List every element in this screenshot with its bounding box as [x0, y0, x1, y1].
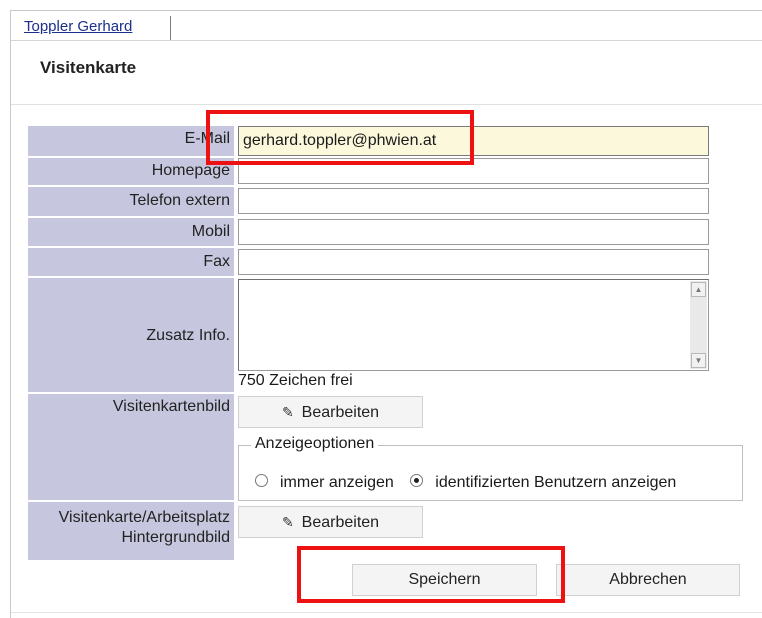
radio-identifizierten-benutzern-label[interactable]: identifizierten Benutzern anzeigen	[435, 474, 676, 491]
scroll-down-icon[interactable]: ▼	[691, 353, 706, 368]
zusatz-info-textarea[interactable]: ▲ ▼	[238, 279, 709, 371]
cancel-button[interactable]: Abbrechen	[556, 564, 740, 596]
anzeigeoptionen-group: Anzeigeoptionen immer anzeigen identifiz…	[238, 435, 743, 501]
footer-line	[11, 612, 762, 613]
pencil-icon: ✎	[281, 514, 294, 530]
radio-immer-anzeigen-label[interactable]: immer anzeigen	[280, 474, 394, 491]
header-separator	[11, 104, 762, 105]
anzeigeoptionen-legend: Anzeigeoptionen	[251, 435, 379, 453]
edit-button-label: Bearbeiten	[301, 404, 380, 421]
highlight-email-box	[206, 110, 474, 165]
edit-visitenkartenbild-button[interactable]: ✎ Bearbeiten	[238, 396, 423, 428]
highlight-save-box	[297, 546, 565, 603]
radio-immer-anzeigen[interactable]	[255, 474, 268, 488]
hintergrund-label-line1: Visitenkarte/Arbeitsplatz	[58, 509, 230, 526]
mobil-label: Mobil	[191, 223, 230, 240]
zusatz-label: Zusatz Info.	[146, 327, 230, 344]
homepage-label: Homepage	[151, 162, 230, 179]
char-counter: 750 Zeichen frei	[238, 372, 353, 389]
visitenkartenbild-label: Visitenkartenbild	[112, 398, 230, 415]
email-label: E-Mail	[184, 130, 230, 147]
hintergrund-label-line2: Hintergrundbild	[121, 529, 230, 546]
pencil-icon: ✎	[281, 404, 294, 420]
textarea-scrollbar[interactable]: ▲ ▼	[690, 281, 707, 369]
fax-field[interactable]	[238, 249, 709, 275]
fax-label: Fax	[203, 253, 230, 270]
tab-baseline	[11, 40, 762, 41]
radio-identifizierten-benutzern[interactable]	[410, 474, 424, 488]
mobil-field[interactable]	[238, 219, 709, 245]
tab-toppler-gerhard[interactable]: Toppler Gerhard	[20, 14, 170, 40]
page-title: Visitenkarte	[40, 58, 137, 77]
telefon-label: Telefon extern	[129, 192, 230, 209]
edit-hintergrundbild-button[interactable]: ✎ Bearbeiten	[238, 506, 423, 538]
telefon-field[interactable]	[238, 188, 709, 214]
tab-divider	[170, 16, 171, 40]
scroll-up-icon[interactable]: ▲	[691, 282, 706, 297]
edit-button-label: Bearbeiten	[301, 514, 380, 531]
frame-top-border	[10, 10, 762, 11]
anzeige-radio-row: immer anzeigen identifizierten Benutzern…	[255, 474, 688, 492]
